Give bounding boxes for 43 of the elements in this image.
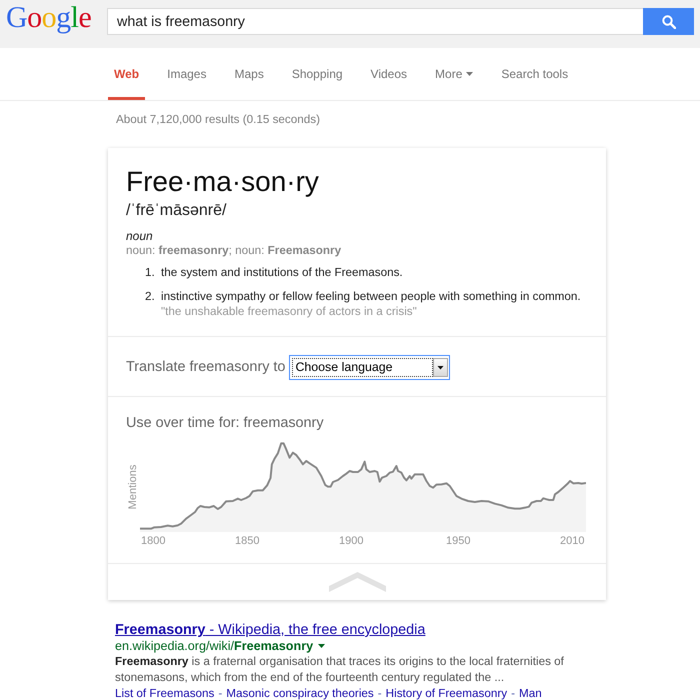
sense-number: 2. xyxy=(145,290,156,305)
x-tick-label: 1950 xyxy=(446,534,470,549)
x-tick-label: 1850 xyxy=(235,534,260,549)
search-field[interactable]: what is freemasonry xyxy=(107,8,643,35)
nav-tab[interactable]: Images xyxy=(161,48,212,100)
link-separator: - xyxy=(378,687,382,700)
google-logo[interactable]: Google xyxy=(6,1,92,35)
translate-label: Translate freemasonry to xyxy=(126,358,286,376)
caret-icon[interactable] xyxy=(318,644,326,648)
nav-tab[interactable]: Web xyxy=(108,48,146,100)
link-separator: - xyxy=(218,687,222,700)
caret-icon xyxy=(466,72,474,76)
x-tick-label: 1800 xyxy=(141,534,166,549)
sitelink[interactable]: List of Freemasons xyxy=(115,687,214,700)
sense-definition: the system and institutions of the Freemasons. xyxy=(161,266,403,280)
link-separator: - xyxy=(511,687,516,700)
search-icon xyxy=(662,14,676,28)
nav-tab[interactable]: Videos xyxy=(364,48,414,100)
usage-example: "the unshakable freemasonry of actors in a crisis" xyxy=(161,305,418,319)
result-stats: About 7,120,000 results (0.15 seconds) xyxy=(115,112,322,128)
result-url[interactable]: en.wikipedia.org/wiki/Freemasonry xyxy=(115,639,314,653)
sitelink[interactable]: Man xyxy=(519,687,542,700)
sitelink[interactable]: History of Freemasonry xyxy=(386,687,508,700)
sitelink[interactable]: Masonic conspiracy theories xyxy=(226,687,374,700)
word-forms: noun: freemasonry; noun: Freemasonry xyxy=(126,243,342,258)
result-snippet: Freemasonry is a fraternal organisation that traces its origins to the local fraternities of stonemasons, which from the end of the fourteenth century regulated the ... xyxy=(115,654,565,686)
result-title-link[interactable]: Freemasonry - Wikipedia, the free encyclopedia xyxy=(115,621,426,639)
y-axis-label: Mentions xyxy=(127,464,139,510)
search-button[interactable] xyxy=(643,8,694,35)
nav-tab[interactable]: Maps xyxy=(228,48,270,100)
sense-number: 1. xyxy=(145,266,156,280)
headword: Free·ma·son·ry xyxy=(126,166,320,198)
x-tick-label: 2010 xyxy=(560,534,584,549)
usage-chart-title: Use over time for: freemasonry xyxy=(126,414,325,432)
part-of-speech: noun xyxy=(126,229,154,243)
sense-definition: instinctive sympathy or fellow feeling between people with something in common. xyxy=(161,290,581,304)
nav-tab[interactable]: Search tools xyxy=(495,48,574,100)
pronunciation: /ˈfrēˈmāsənrē/ xyxy=(126,201,228,221)
caret-icon xyxy=(433,358,448,377)
nav-tab[interactable]: Shopping xyxy=(286,48,349,100)
language-dropdown[interactable]: Choose language xyxy=(289,355,450,380)
nav-tab[interactable]: More xyxy=(429,48,480,100)
x-tick-label: 1900 xyxy=(339,534,364,549)
